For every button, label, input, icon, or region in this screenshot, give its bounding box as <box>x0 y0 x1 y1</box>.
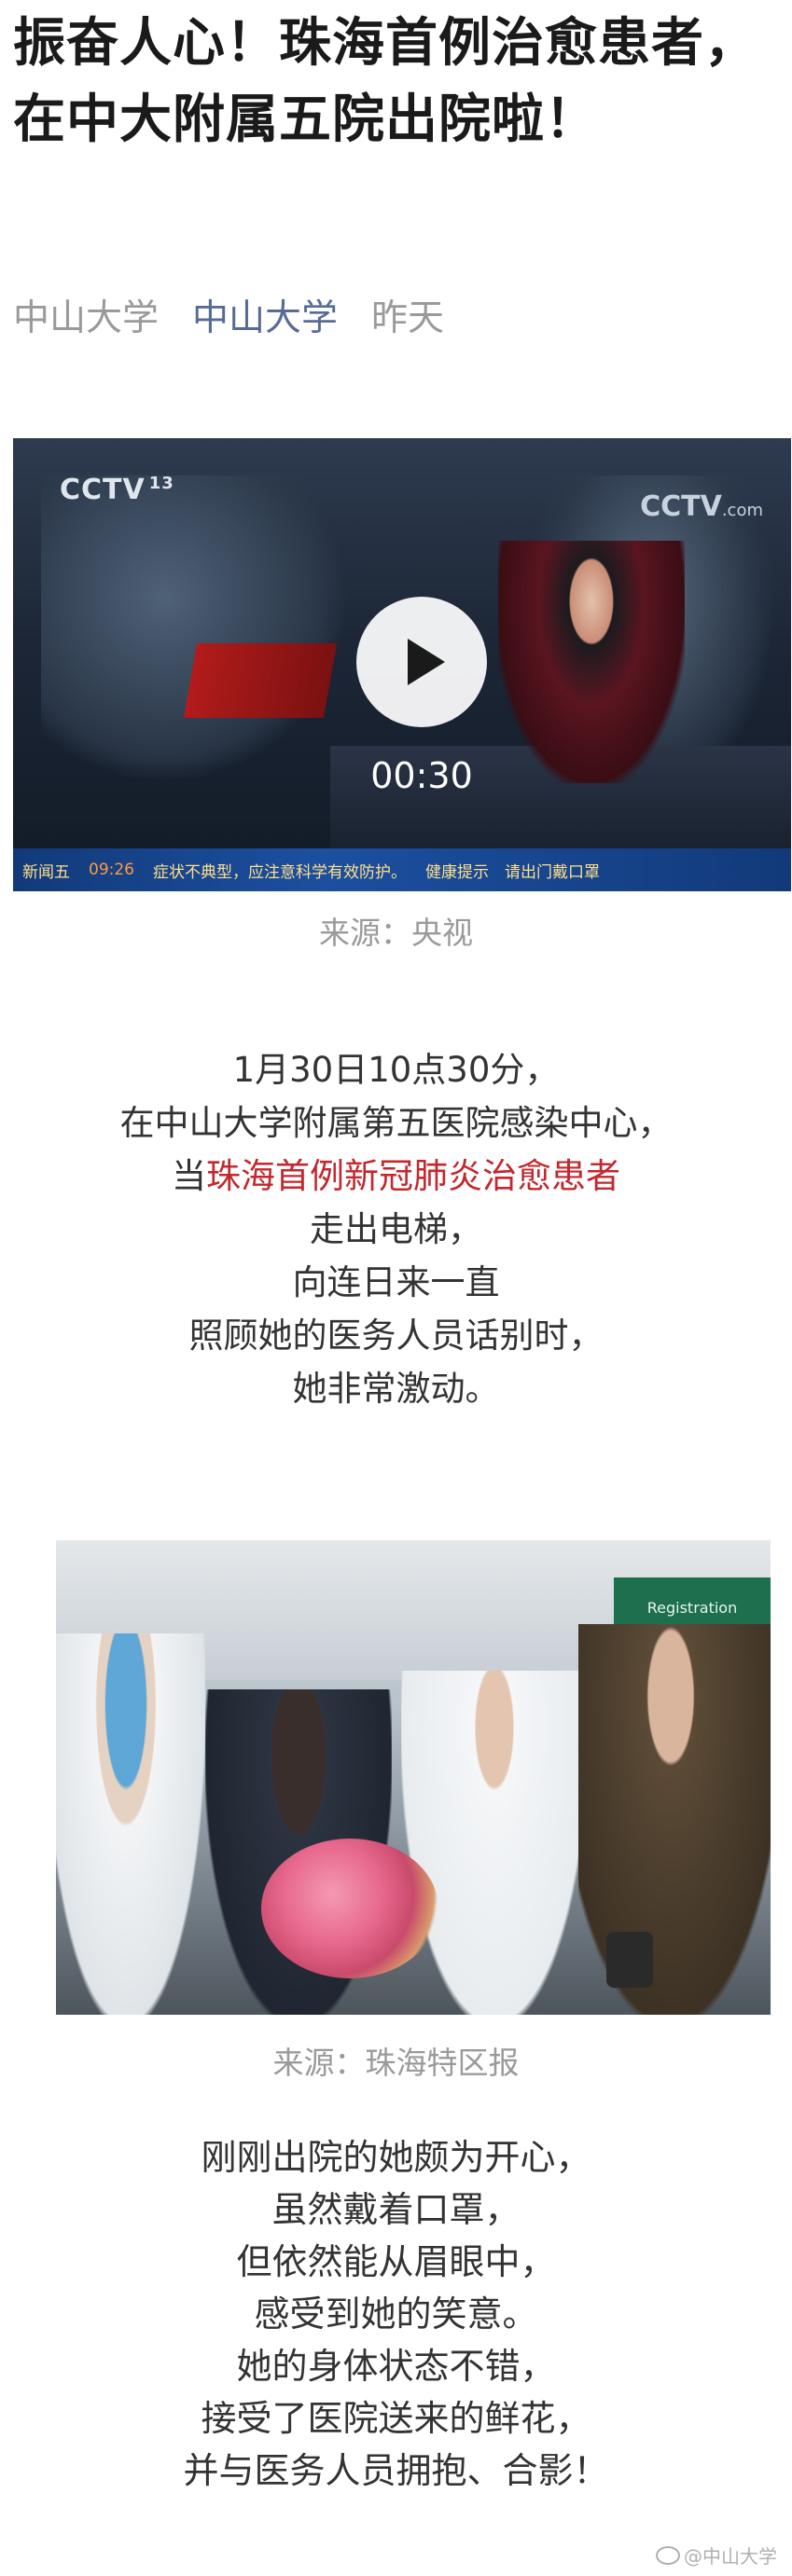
article-page: 振奋人心！珠海首例治愈患者，在中大附属五院出院啦！ 中山大学 中山大学 昨天 C… <box>0 0 792 2576</box>
publish-date: 昨天 <box>371 297 445 339</box>
paragraph-line: 她非常激动。 <box>292 1369 500 1409</box>
paragraph-line: 接受了医院送来的鲜花， <box>201 2398 591 2439</box>
paragraph-line: 照顾她的医务人员话别时， <box>188 1316 604 1356</box>
ticker-station: 新闻五 <box>22 862 70 882</box>
weibo-watermark: @中山大学 <box>656 2542 777 2569</box>
paragraph-line: 在中山大学附属第五医院感染中心， <box>119 1103 673 1143</box>
video-frame-anchor <box>498 541 685 783</box>
video-duration: 00:30 <box>370 755 473 796</box>
paragraph-line: 向连日来一直 <box>292 1262 500 1302</box>
highlight-text: 珠海首例新冠肺炎治愈患者 <box>206 1156 620 1196</box>
paragraph-line: 走出电梯， <box>310 1209 482 1249</box>
video-frame-banner <box>183 643 338 718</box>
cctv13-logo: CCTV 13 <box>60 474 174 506</box>
article-meta: 中山大学 中山大学 昨天 <box>13 287 444 343</box>
paragraph-happy: 刚刚出院的她颇为开心， 虽然戴着口罩， 但依然能从眉眼中， 感受到她的笑意。 她… <box>0 2131 792 2497</box>
news-ticker: 新闻五 09:26 症状不典型，应注意科学有效防护。 健康提示 请出门戴口罩 <box>13 848 791 891</box>
cctv-com-logo: CCTV.com <box>640 490 763 523</box>
paragraph-discharge: 1月30日10点30分， 在中山大学附属第五医院感染中心， 当珠海首例新冠肺炎治… <box>0 1043 792 1415</box>
photo-nurse <box>56 1633 205 2015</box>
ticker-text: 症状不典型，应注意科学有效防护。 <box>153 862 407 882</box>
weibo-icon <box>656 2545 680 2565</box>
paragraph-line: 并与医务人员拥抱、合影！ <box>183 2450 609 2491</box>
video-frame-background-left <box>41 475 349 783</box>
discharge-photo[interactable]: Registration <box>56 1540 771 2015</box>
paragraph-line: 当珠海首例新冠肺炎治愈患者 <box>172 1156 620 1196</box>
paragraph-line: 刚刚出院的她颇为开心， <box>201 2137 591 2178</box>
ticker-time: 09:26 <box>89 861 134 879</box>
photo-flowers <box>261 1839 438 1978</box>
photo-source-caption: 来源：珠海特区报 <box>272 2045 520 2081</box>
video-source-caption: 来源：央视 <box>319 915 473 951</box>
video-player[interactable]: CCTV 13 CCTV.com 新闻五 09:26 症状不典型，应注意科学有效防… <box>13 438 791 891</box>
paragraph-line: 感受到她的笑意。 <box>254 2294 538 2335</box>
play-button[interactable] <box>356 597 487 727</box>
paragraph-line: 她的身体状态不错， <box>236 2346 556 2387</box>
paragraph-line: 但依然能从眉眼中， <box>236 2241 556 2282</box>
paragraph-line: 虽然戴着口罩， <box>271 2189 521 2230</box>
article-title: 振奋人心！珠海首例治愈患者，在中大附属五院出院啦！ <box>13 13 757 150</box>
author-name: 中山大学 <box>13 297 160 339</box>
ticker-tip: 健康提示 请出门戴口罩 <box>425 862 600 882</box>
paragraph-line: 1月30日10点30分， <box>232 1050 560 1090</box>
play-icon <box>408 639 445 685</box>
photo-microphone <box>606 1932 653 1988</box>
photo-doctor <box>401 1671 588 2015</box>
account-link[interactable]: 中山大学 <box>192 289 338 341</box>
